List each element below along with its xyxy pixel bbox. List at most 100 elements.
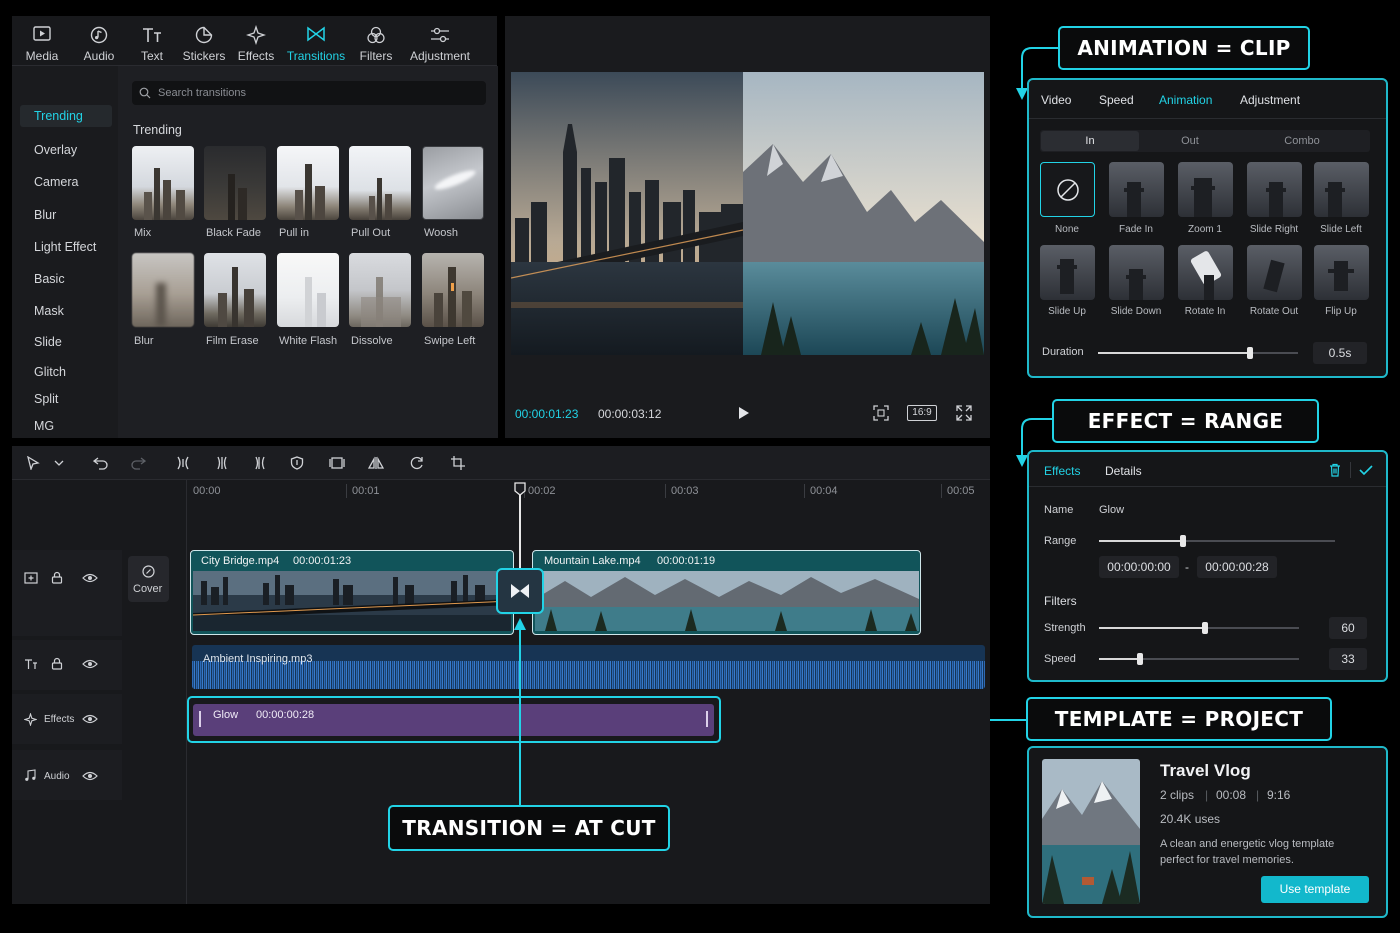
eye-icon[interactable] [82, 659, 98, 669]
speed-slider-knob[interactable] [1137, 653, 1143, 665]
subtab-combo[interactable]: Combo [1270, 131, 1334, 151]
effect-trim-handle-left[interactable] [199, 711, 201, 727]
toolbar-transitions[interactable]: Transitions [286, 16, 346, 66]
sidebar-item-glitch[interactable]: Glitch [20, 361, 112, 383]
eye-icon[interactable] [82, 573, 98, 583]
aspect-ratio-button[interactable]: 16:9 [907, 405, 937, 421]
tab-speed[interactable]: Speed [1099, 93, 1134, 107]
transition-thumb-blur[interactable] [132, 253, 194, 327]
sidebar-item-mg[interactable]: MG [20, 415, 112, 437]
toolbar-media[interactable]: Media [20, 16, 64, 66]
filters-heading: Filters [1044, 594, 1077, 608]
toolbar-filters[interactable]: Filters [356, 16, 396, 66]
sidebar-item-basic[interactable]: Basic [20, 268, 112, 290]
tab-animation[interactable]: Animation [1159, 93, 1212, 107]
preset-zoom-1[interactable] [1178, 162, 1233, 217]
sidebar-item-camera[interactable]: Camera [20, 171, 112, 193]
toolbar-effects-label: Effects [237, 49, 275, 63]
clip1-duration: 00:00:01:23 [293, 555, 352, 567]
playhead-handle[interactable] [514, 482, 526, 496]
rotate-icon[interactable] [409, 456, 425, 470]
name-value: Glow [1099, 504, 1125, 516]
strength-slider-knob[interactable] [1202, 622, 1208, 634]
track-area-divider [186, 480, 187, 904]
sidebar-item-slide[interactable]: Slide [20, 331, 112, 353]
cover-button[interactable] [128, 556, 169, 602]
tab-details[interactable]: Details [1105, 464, 1142, 478]
preset-slide-down[interactable] [1109, 245, 1164, 300]
tab-effects[interactable]: Effects [1044, 464, 1080, 478]
preset-slide-right[interactable] [1247, 162, 1302, 217]
undo-icon[interactable] [93, 456, 109, 470]
check-icon[interactable] [1359, 464, 1373, 476]
use-template-button[interactable]: Use template [1261, 876, 1369, 903]
range-slider-knob[interactable] [1180, 535, 1186, 547]
range-start-field[interactable]: 00:00:00:00 [1099, 556, 1179, 578]
preset-slide-up[interactable] [1040, 245, 1095, 300]
ruler-mark [665, 484, 666, 498]
transition-thumb-swipe-left[interactable] [422, 253, 484, 327]
sidebar-item-blur[interactable]: Blur [20, 204, 112, 226]
transition-thumb-dissolve[interactable] [349, 253, 411, 327]
template-thumbnail[interactable] [1042, 759, 1140, 904]
transition-thumb-pull-out[interactable] [349, 146, 411, 220]
toolbar-audio[interactable]: Audio [78, 16, 120, 66]
toolbar-stickers[interactable]: Stickers [182, 16, 226, 66]
redo-icon[interactable] [130, 456, 146, 470]
transition-thumb-black-fade[interactable] [204, 146, 266, 220]
freeze-frame-icon[interactable] [329, 456, 345, 470]
transition-thumb-film-erase[interactable] [204, 253, 266, 327]
fit-frame-icon[interactable] [873, 405, 889, 421]
effect-trim-handle-right[interactable] [706, 711, 708, 727]
eye-icon[interactable] [82, 771, 98, 781]
sidebar-item-mask[interactable]: Mask [20, 300, 112, 322]
play-icon[interactable] [738, 406, 750, 420]
trim-right-icon[interactable] [252, 456, 268, 470]
speed-value[interactable]: 33 [1329, 648, 1367, 670]
preset-rotate-in[interactable] [1178, 245, 1233, 300]
subtab-out[interactable]: Out [1160, 131, 1220, 151]
ruler-tick: 00:05 [947, 485, 975, 497]
preset-fade-in[interactable] [1109, 162, 1164, 217]
search-input[interactable]: Search transitions [132, 81, 486, 105]
mirror-icon[interactable] [368, 456, 384, 470]
tab-divider [1029, 486, 1386, 487]
sidebar-item-overlay[interactable]: Overlay [20, 139, 112, 161]
crop-icon[interactable] [450, 456, 466, 470]
split-icon[interactable] [175, 456, 191, 470]
chevron-down-icon[interactable] [54, 459, 64, 467]
fullscreen-icon[interactable] [956, 405, 972, 421]
transition-thumb-pull-in[interactable] [277, 146, 339, 220]
transition-thumb-white-flash[interactable] [277, 253, 339, 327]
lock-icon[interactable] [51, 571, 63, 584]
ruler-tick: 00:04 [810, 485, 838, 497]
toolbar-adjustment[interactable]: Adjustment [406, 16, 474, 66]
sidebar-item-light-effect[interactable]: Light Effect [20, 236, 112, 258]
duration-slider-knob[interactable] [1247, 347, 1253, 359]
preset-none[interactable] [1040, 162, 1095, 217]
shield-icon[interactable] [290, 456, 304, 470]
subtab-in[interactable]: In [1041, 131, 1139, 151]
cover-label: Cover [133, 583, 163, 595]
eye-icon[interactable] [82, 714, 98, 724]
preset-slide-left[interactable] [1314, 162, 1369, 217]
transition-thumb-woosh[interactable] [422, 146, 484, 220]
tab-video[interactable]: Video [1041, 93, 1071, 107]
trash-icon[interactable] [1329, 463, 1341, 477]
preset-flip-up[interactable] [1314, 245, 1369, 300]
lock-icon[interactable] [51, 657, 63, 670]
audio-clip-ambient[interactable] [192, 645, 985, 689]
preset-rotate-out[interactable] [1247, 245, 1302, 300]
select-cursor-icon[interactable] [26, 456, 40, 470]
trim-left-icon[interactable] [214, 456, 230, 470]
transition-thumb-mix[interactable] [132, 146, 194, 220]
toolbar-effects[interactable]: Effects [236, 16, 276, 66]
duration-value[interactable]: 0.5s [1313, 342, 1367, 364]
toolbar-text[interactable]: Text [134, 16, 170, 66]
range-end-field[interactable]: 00:00:00:28 [1197, 556, 1277, 578]
sidebar-item-trending[interactable]: Trending [20, 105, 112, 127]
add-media-icon[interactable] [24, 572, 38, 584]
sidebar-item-split[interactable]: Split [20, 388, 112, 410]
strength-value[interactable]: 60 [1329, 617, 1367, 639]
tab-adjustment[interactable]: Adjustment [1240, 93, 1300, 107]
